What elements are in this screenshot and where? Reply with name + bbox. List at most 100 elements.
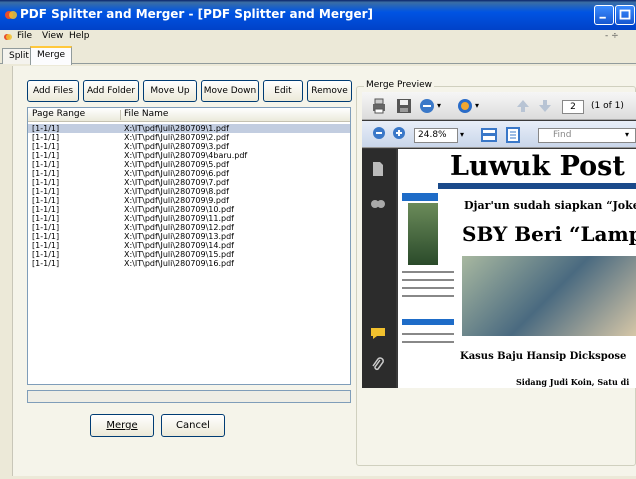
list-item[interactable]: [1-1/1] X:\IT\pdf\Juli\280709\1.pdf [28, 124, 350, 133]
list-item[interactable]: [1-1/1] X:\IT\pdf\Juli\280709\9.pdf [28, 196, 350, 205]
page-range-cell: [1-1/1] [32, 259, 60, 268]
section-banner [402, 319, 454, 325]
menu-file[interactable]: File [17, 31, 32, 41]
bookmarks-icon[interactable] [370, 196, 386, 210]
newspaper-headline-3: Kasus Baju Hansip Dickspose [460, 351, 627, 362]
zoom-in-icon[interactable] [392, 126, 406, 140]
list-item[interactable]: [1-1/1] X:\IT\pdf\Juli\280709\14.pdf [28, 241, 350, 250]
list-item[interactable]: [1-1/1] X:\IT\pdf\Juli\280709\10.pdf [28, 205, 350, 214]
fit-width-icon[interactable] [480, 126, 498, 144]
zoom-level-field[interactable]: 24.8% [414, 128, 458, 143]
add-files-button[interactable]: Add Files [27, 80, 79, 102]
page-range-cell: [1-1/1] [32, 196, 60, 205]
viewer-sidebar [362, 149, 396, 388]
file-name-cell: X:\IT\pdf\Juli\280709\1.pdf [124, 124, 229, 133]
text-column [402, 295, 454, 297]
file-name-cell: X:\IT\pdf\Juli\280709\10.pdf [124, 205, 234, 214]
mdi-controls[interactable]: - ÷ [605, 31, 619, 41]
list-item[interactable]: [1-1/1] X:\IT\pdf\Juli\280709\16.pdf [28, 259, 350, 268]
page-range-cell: [1-1/1] [32, 142, 60, 151]
newspaper-masthead: Luwuk Post [450, 151, 625, 182]
merge-preview-label: Merge Preview [364, 80, 434, 90]
page-range-cell: [1-1/1] [32, 151, 60, 160]
list-item[interactable]: [1-1/1] X:\IT\pdf\Juli\280709\7.pdf [28, 178, 350, 187]
merge-button-label: Merge [106, 420, 138, 431]
list-item[interactable]: [1-1/1] X:\IT\pdf\Juli\280709\11.pdf [28, 214, 350, 223]
list-item[interactable]: [1-1/1] X:\IT\pdf\Juli\280709\5.pdf [28, 160, 350, 169]
pages-icon[interactable] [371, 161, 385, 177]
file-name-cell: X:\IT\pdf\Juli\280709\8.pdf [124, 187, 229, 196]
tab-merge[interactable]: Merge [30, 46, 73, 65]
page-range-cell: [1-1/1] [32, 187, 60, 196]
viewer-toolbar-bottom: 24.8% ▾ Find ▾ [362, 121, 636, 148]
print-icon[interactable] [370, 97, 388, 115]
cancel-button[interactable]: Cancel [161, 414, 225, 437]
list-item[interactable]: [1-1/1] X:\IT\pdf\Juli\280709\12.pdf [28, 223, 350, 232]
maximize-button[interactable] [615, 5, 635, 25]
list-item[interactable]: [1-1/1] X:\IT\pdf\Juli\280709\4baru.pdf [28, 151, 350, 160]
find-input[interactable]: Find [538, 128, 636, 143]
list-header: Page Range File Name [28, 108, 350, 122]
edit-button[interactable]: Edit [263, 80, 303, 102]
title-bar: PDF Splitter and Merger - [PDF Splitter … [0, 0, 636, 30]
file-name-cell: X:\IT\pdf\Juli\280709\9.pdf [124, 196, 229, 205]
page-range-cell: [1-1/1] [32, 124, 60, 133]
arrow-up-icon[interactable] [514, 97, 532, 115]
chevron-down-icon[interactable]: ▾ [460, 130, 464, 139]
chevron-down-icon[interactable]: ▾ [475, 101, 479, 110]
merge-button[interactable]: Merge [90, 414, 154, 437]
remove-button[interactable]: Remove [307, 80, 352, 102]
move-down-button[interactable]: Move Down [201, 80, 259, 102]
page-range-cell: [1-1/1] [32, 169, 60, 178]
column-divider[interactable] [120, 110, 121, 120]
list-item[interactable]: [1-1/1] X:\IT\pdf\Juli\280709\15.pdf [28, 250, 350, 259]
menu-app-icon[interactable] [3, 32, 13, 42]
file-name-cell: X:\IT\pdf\Juli\280709\15.pdf [124, 250, 234, 259]
save-icon[interactable] [395, 97, 413, 115]
list-item[interactable]: [1-1/1] X:\IT\pdf\Juli\280709\2.pdf [28, 133, 350, 142]
file-name-cell: X:\IT\pdf\Juli\280709\4baru.pdf [124, 151, 248, 160]
chevron-down-icon[interactable]: ▾ [437, 101, 441, 110]
list-item[interactable]: [1-1/1] X:\IT\pdf\Juli\280709\6.pdf [28, 169, 350, 178]
viewer-toolbar-top: ▾ ▾ 2 (1 of 1) [362, 92, 636, 120]
text-column [402, 287, 454, 289]
comments-icon[interactable] [370, 326, 386, 340]
column-header-file-name[interactable]: File Name [124, 109, 168, 119]
file-name-cell: X:\IT\pdf\Juli\280709\6.pdf [124, 169, 229, 178]
tab-bar: Split Merge [0, 46, 636, 65]
text-column [402, 341, 454, 343]
column-header-page-range[interactable]: Page Range [32, 109, 85, 119]
email-icon[interactable] [418, 97, 436, 115]
zoom-out-icon[interactable] [372, 126, 386, 140]
arrow-down-icon[interactable] [536, 97, 554, 115]
page-range-cell: [1-1/1] [32, 232, 60, 241]
menu-help[interactable]: Help [69, 31, 90, 41]
window-title: PDF Splitter and Merger - [PDF Splitter … [20, 7, 374, 21]
text-column [402, 333, 454, 335]
add-folder-button[interactable]: Add Folder [83, 80, 139, 102]
text-column [402, 279, 454, 281]
page-range-cell: [1-1/1] [32, 214, 60, 223]
fit-page-icon[interactable] [504, 126, 522, 144]
file-name-cell: X:\IT\pdf\Juli\280709\14.pdf [124, 241, 234, 250]
chevron-down-icon[interactable]: ▾ [625, 130, 629, 139]
newspaper-headline-1: Djar'un sudah siapkan “Joker” [464, 199, 636, 212]
file-name-cell: X:\IT\pdf\Juli\280709\12.pdf [124, 223, 234, 232]
file-list[interactable]: Page Range File Name [1-1/1] X:\IT\pdf\Ju… [27, 107, 351, 385]
minimize-button[interactable] [594, 5, 614, 25]
page-number-input[interactable]: 2 [562, 100, 584, 114]
attachment-icon[interactable] [371, 357, 385, 373]
page-range-cell: [1-1/1] [32, 178, 60, 187]
list-item[interactable]: [1-1/1] X:\IT\pdf\Juli\280709\8.pdf [28, 187, 350, 196]
collaborate-icon[interactable] [456, 97, 474, 115]
menu-view[interactable]: View [42, 31, 63, 41]
move-up-button[interactable]: Move Up [143, 80, 197, 102]
file-name-cell: X:\IT\pdf\Juli\280709\7.pdf [124, 178, 229, 187]
file-name-cell: X:\IT\pdf\Juli\280709\13.pdf [124, 232, 234, 241]
page-range-cell: [1-1/1] [32, 160, 60, 169]
list-item[interactable]: [1-1/1] X:\IT\pdf\Juli\280709\3.pdf [28, 142, 350, 151]
newspaper-headline-4: Sidang Judi Koin, Satu di [516, 377, 630, 387]
list-item[interactable]: [1-1/1] X:\IT\pdf\Juli\280709\13.pdf [28, 232, 350, 241]
minimize-icon [599, 16, 606, 19]
newspaper-photo-large [462, 256, 636, 336]
